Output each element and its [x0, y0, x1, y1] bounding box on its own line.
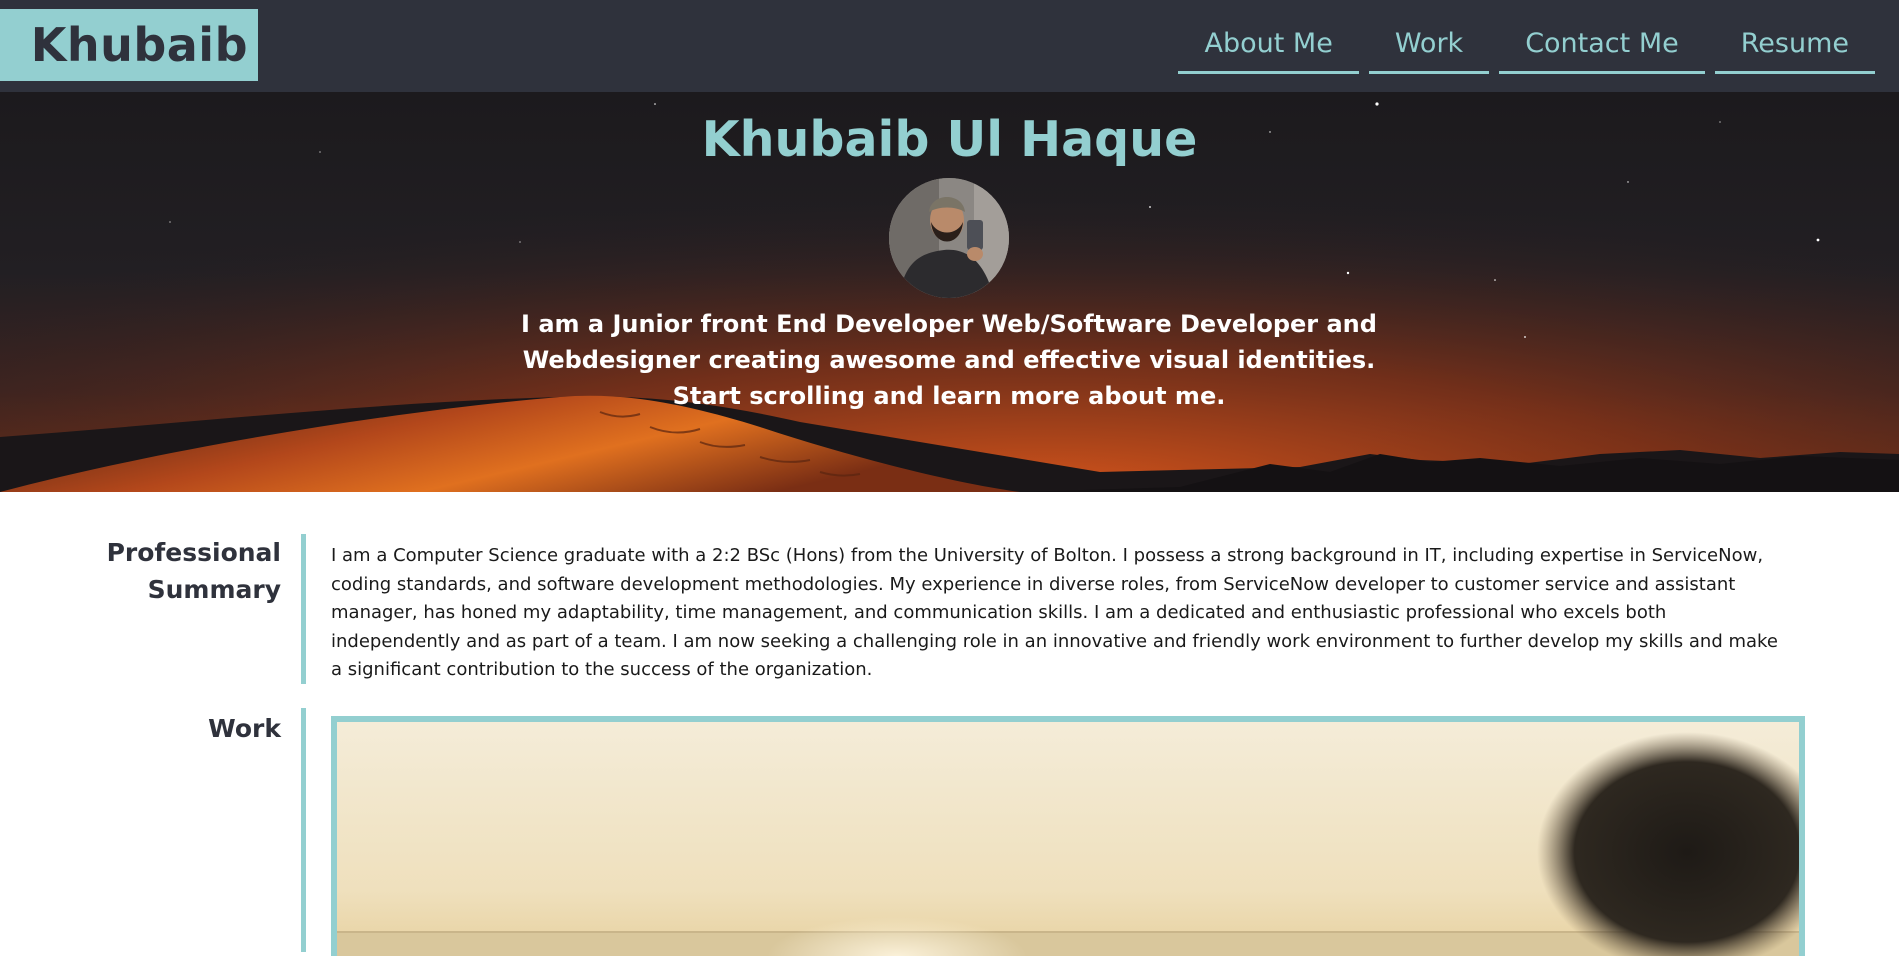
nav-about-me[interactable]: About Me	[1178, 24, 1359, 74]
logo[interactable]: Khubaib	[0, 9, 258, 81]
main-nav: About Me Work Contact Me Resume	[1178, 24, 1875, 74]
hero-tagline: I am a Junior front End Developer Web/So…	[521, 310, 1377, 410]
hero-section: Khubaib Ul Haque I am a Junior front End…	[0, 92, 1899, 492]
work-image-graphic	[337, 722, 1799, 956]
work-featured-image[interactable]	[331, 716, 1805, 956]
logo-text[interactable]: Khubaib	[31, 19, 248, 71]
nav-resume[interactable]: Resume	[1714, 24, 1875, 74]
professional-summary-section: Professional Summary I am a Computer Sci…	[0, 534, 1899, 684]
hero-title: Khubaib Ul Haque	[701, 111, 1198, 168]
section-divider	[301, 708, 306, 952]
nav-contact-me[interactable]: Contact Me	[1499, 24, 1705, 74]
profile-avatar	[889, 178, 1009, 298]
professional-summary-text: I am a Computer Science graduate with a …	[331, 545, 1778, 680]
section-divider	[301, 534, 306, 684]
professional-summary-label: Professional Summary	[106, 538, 281, 604]
work-label: Work	[208, 714, 281, 743]
profile-photo	[889, 178, 1009, 298]
site-header: Khubaib About Me Work Contact Me Resume	[0, 0, 1899, 92]
work-section: Work	[0, 708, 1899, 956]
nav-work[interactable]: Work	[1368, 24, 1490, 74]
